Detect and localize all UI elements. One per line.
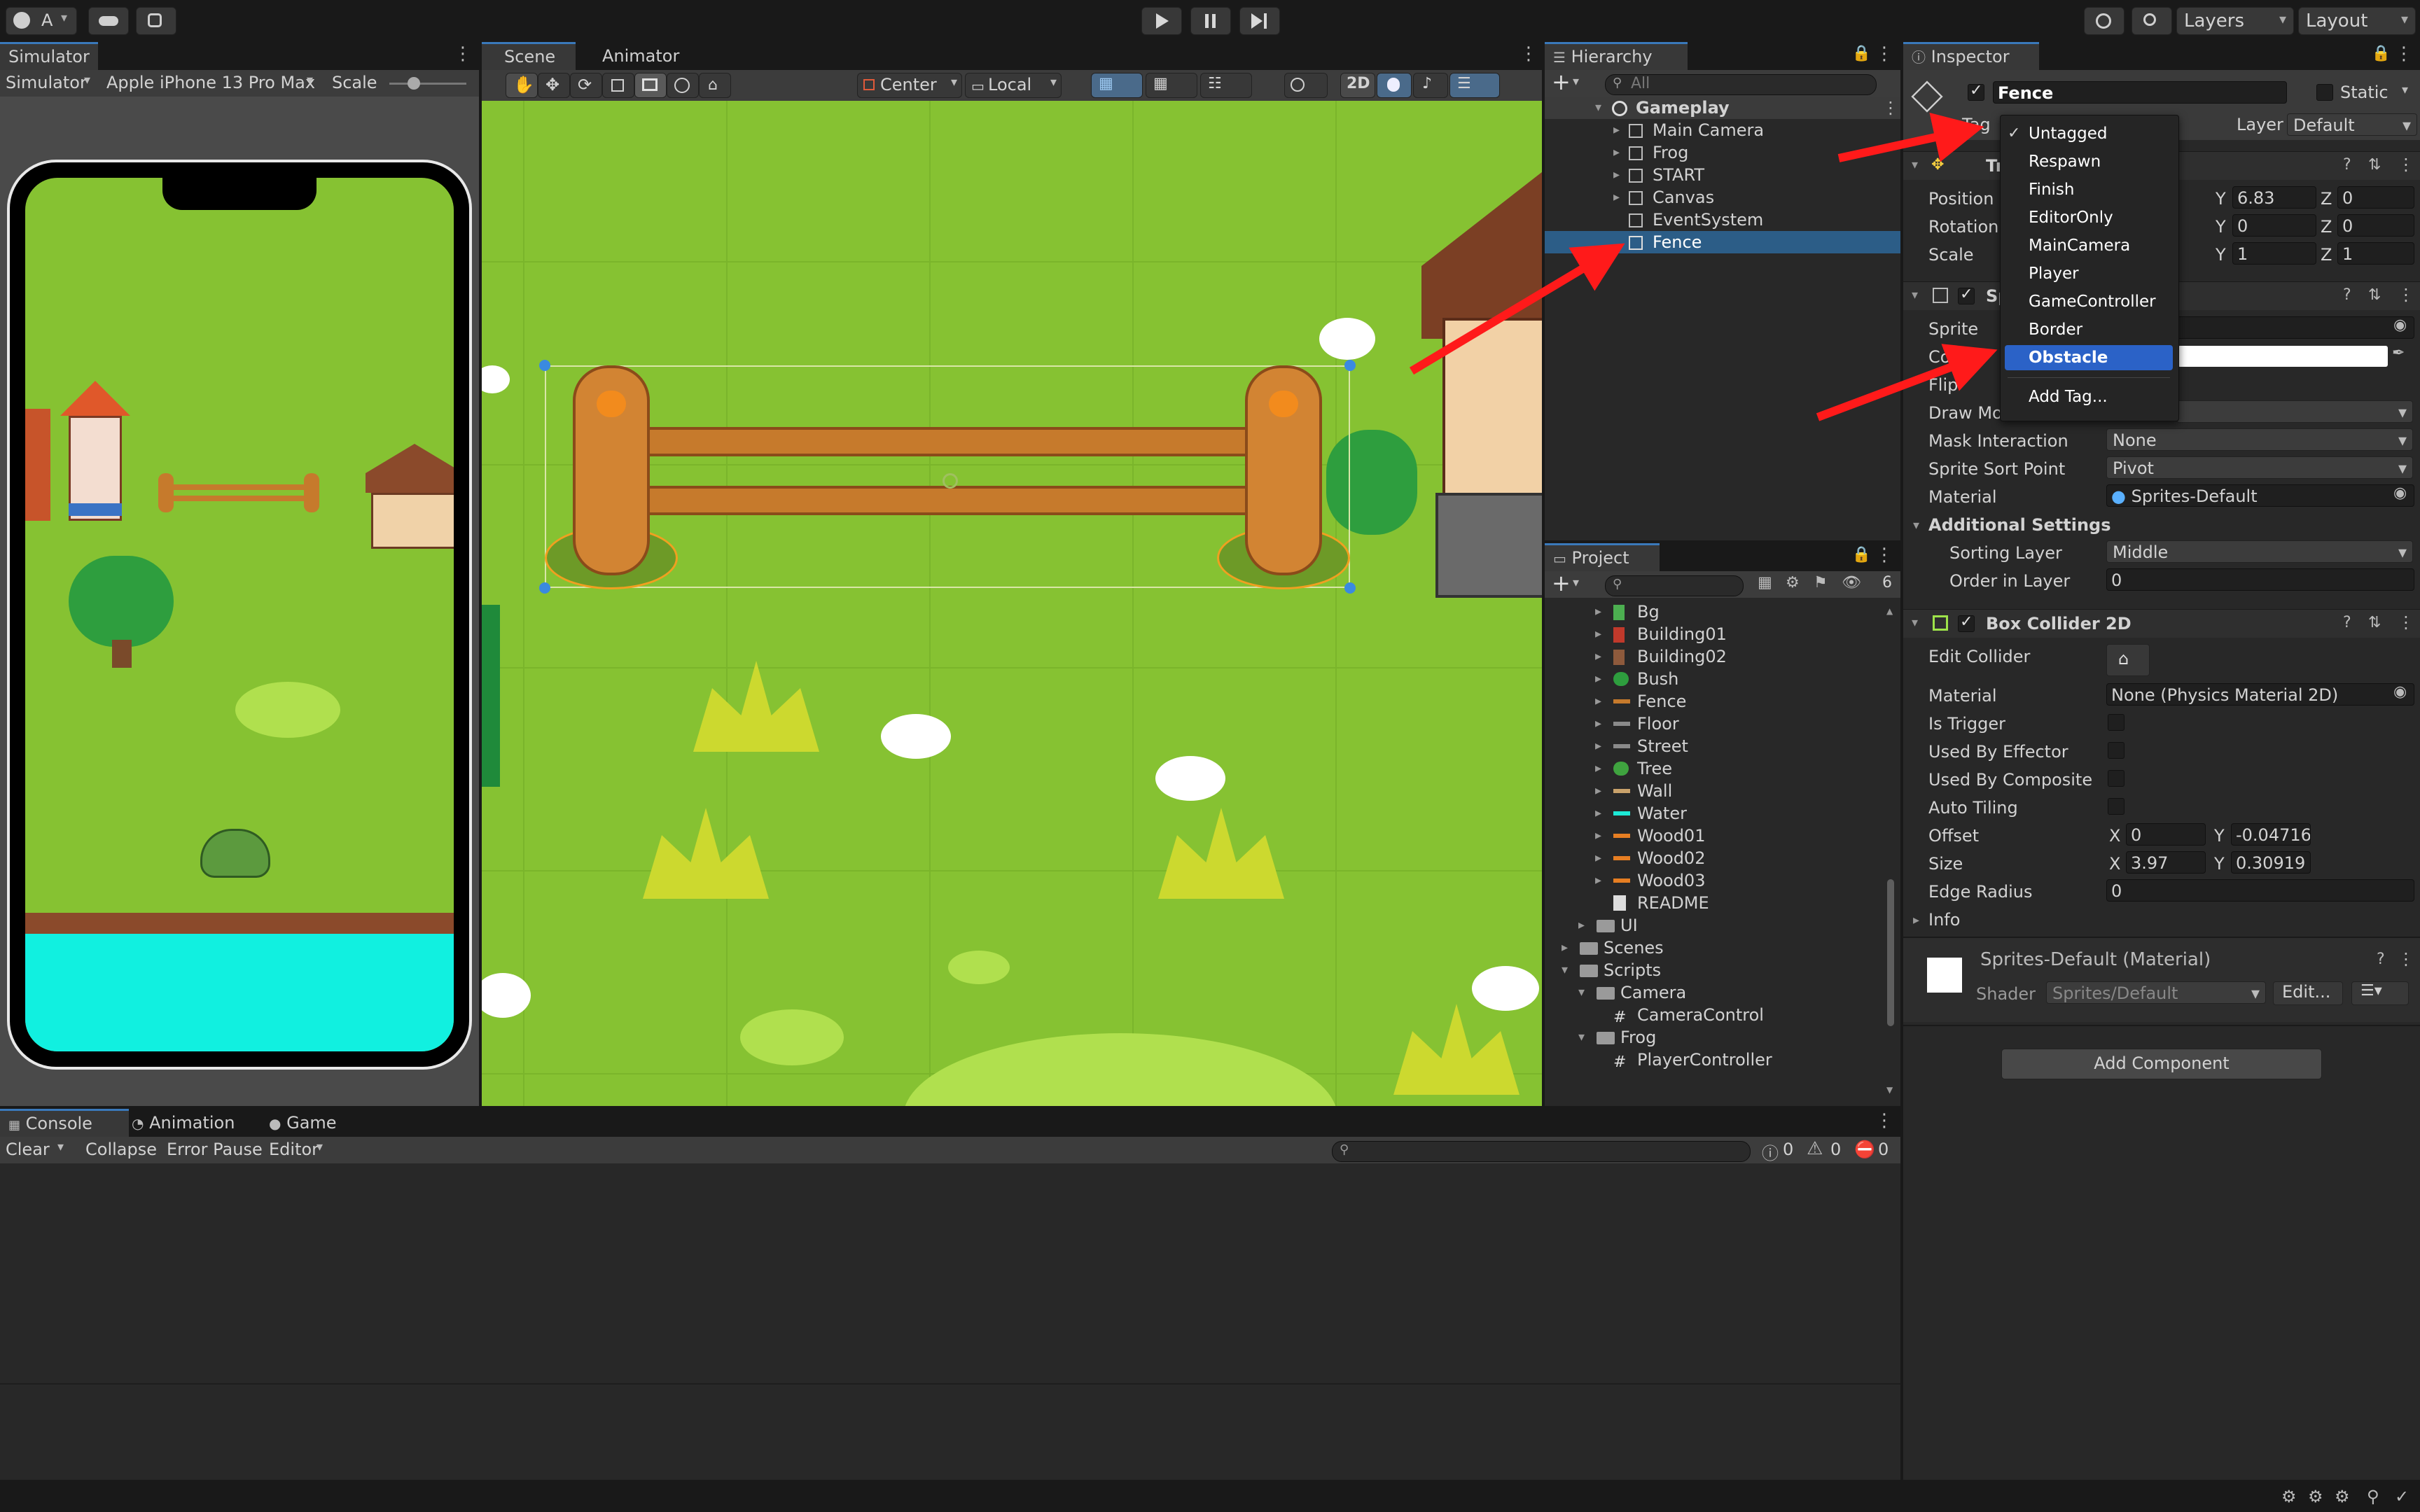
status-bar: ⚙ ⚙ ⚙ ⚲ ✓ <box>0 1483 2420 1512</box>
arrow-to-tag <box>1837 113 1984 162</box>
network-icon[interactable]: ⚙ <box>2335 1487 2350 1506</box>
annotation-arrows <box>1409 113 1998 421</box>
check-icon[interactable]: ✓ <box>2395 1487 2409 1506</box>
arrow-to-obstacle <box>1816 344 1998 421</box>
arrow-to-fence <box>1409 243 1625 375</box>
debug-icon[interactable]: ⚙ <box>2308 1487 2323 1506</box>
profiler-icon[interactable]: ⚙ <box>2281 1487 2297 1506</box>
progress-icon[interactable]: ⚲ <box>2367 1487 2379 1506</box>
